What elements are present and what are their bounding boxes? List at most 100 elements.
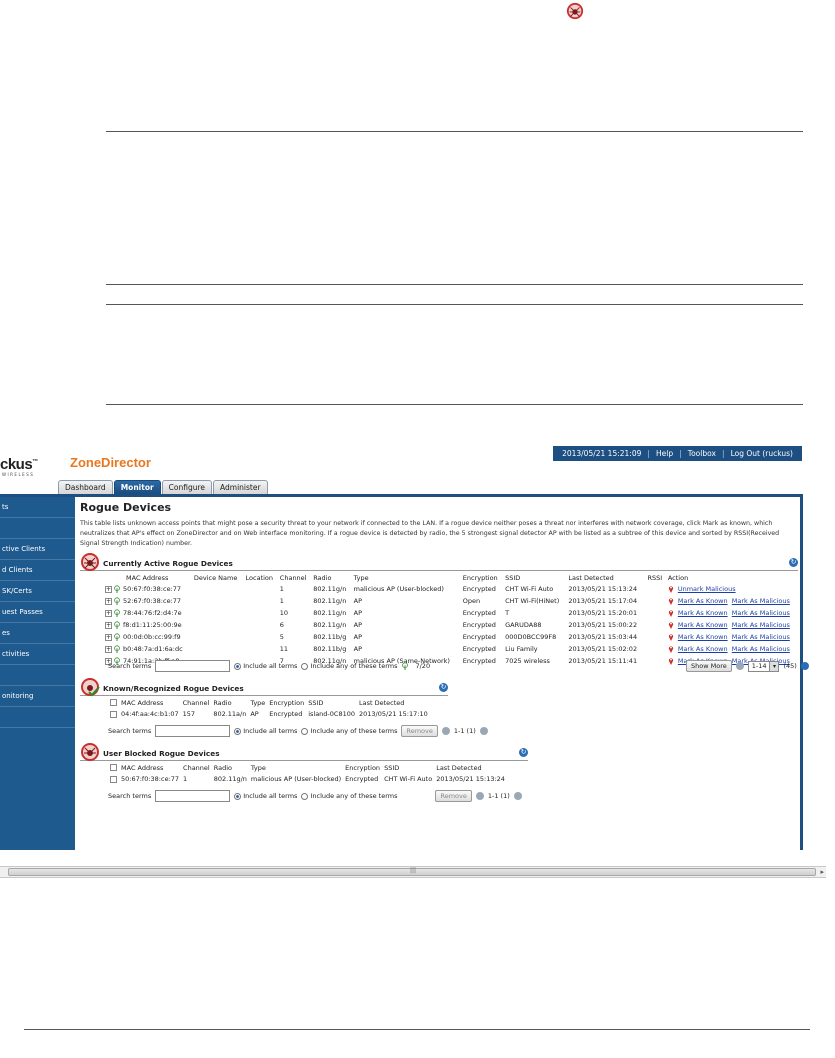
col-radio[interactable]: Radio [311, 572, 351, 583]
refresh-icon[interactable]: ↻ [789, 558, 798, 567]
radio-unselected[interactable] [301, 792, 309, 800]
search-input[interactable] [155, 790, 231, 802]
expand-icon[interactable]: + [105, 645, 112, 653]
col-ssid[interactable]: SSID [306, 697, 357, 708]
row-checkbox[interactable] [110, 710, 117, 718]
horizontal-scrollbar[interactable]: ||| ▸ [0, 866, 826, 878]
option-all-terms[interactable]: Include all terms [234, 792, 297, 800]
cell-type: AP [353, 633, 363, 641]
radio-selected[interactable] [234, 727, 242, 735]
sidebar-item-monitoring[interactable]: onitoring [0, 686, 75, 707]
tab-dashboard[interactable]: Dashboard [58, 480, 113, 495]
col-encryption[interactable]: Encryption [461, 572, 503, 583]
chevron-down-icon[interactable]: ▾ [769, 661, 779, 671]
option-all-terms[interactable]: Include all terms [234, 662, 297, 670]
sidebar-item-active-clients[interactable]: ctive Clients [0, 539, 75, 560]
option-all-terms[interactable]: Include all terms [234, 727, 297, 735]
show-more-button[interactable]: Show More [686, 660, 732, 672]
col-last-detected[interactable]: Last Detected [434, 762, 507, 773]
col-last-detected[interactable]: Last Detected [566, 572, 645, 583]
remove-button[interactable]: Remove [401, 725, 438, 737]
toolbox-link[interactable]: Toolbox [688, 449, 716, 458]
mark-as-known-link[interactable]: Mark As Known [678, 609, 728, 617]
next-page-icon[interactable] [513, 792, 522, 800]
mark-as-malicious-link[interactable]: Mark As Malicious [732, 621, 790, 629]
select-all-checkbox[interactable] [110, 699, 117, 706]
help-link[interactable]: Help [656, 449, 673, 458]
sidebar-item[interactable] [0, 707, 75, 728]
radio-selected[interactable] [234, 792, 242, 800]
col-encryption[interactable]: Encryption [343, 762, 382, 773]
page-range-select[interactable]: 1-14 ▾ [747, 660, 780, 672]
sidebar-item[interactable] [0, 665, 75, 686]
col-mac[interactable]: MAC Address [119, 762, 181, 773]
cell-last-detected: 2013/05/21 15:03:44 [568, 633, 638, 641]
result-count: 7/20 [415, 662, 431, 670]
option-any-terms[interactable]: Include any of these terms [301, 662, 397, 670]
col-last-detected[interactable]: Last Detected [357, 697, 430, 708]
col-radio[interactable]: Radio [211, 697, 248, 708]
active-rogue-table: MAC Address Device Name Location Channel… [103, 572, 803, 667]
mark-as-known-link[interactable]: Mark As Known [678, 597, 728, 605]
mark-as-malicious-link[interactable]: Mark As Malicious [732, 633, 790, 641]
expand-icon[interactable]: + [105, 633, 112, 641]
col-channel[interactable]: Channel [181, 762, 212, 773]
prev-page-icon[interactable] [441, 727, 450, 735]
option-any-terms[interactable]: Include any of these terms [301, 792, 397, 800]
radio-selected[interactable] [234, 662, 242, 670]
sidebar-item[interactable] [0, 518, 75, 539]
mark-as-known-link[interactable]: Mark As Known [678, 633, 728, 641]
search-input[interactable] [155, 725, 231, 737]
sidebar-item-activities[interactable]: ctivities [0, 644, 75, 665]
cell-channel: 6 [279, 621, 284, 629]
row-checkbox[interactable] [110, 775, 117, 783]
sidebar-item-wired-clients[interactable]: d Clients [0, 560, 75, 581]
sidebar-item-events[interactable]: ts [0, 497, 75, 518]
refresh-icon[interactable]: ↻ [519, 748, 528, 757]
option-any-terms[interactable]: Include any of these terms [301, 727, 397, 735]
scroll-right-arrow-icon[interactable]: ▸ [820, 868, 824, 877]
expand-icon[interactable]: + [105, 597, 112, 605]
radio-unselected[interactable] [301, 662, 309, 670]
refresh-icon[interactable]: ↻ [439, 683, 448, 692]
expand-icon[interactable]: + [105, 609, 112, 617]
col-ssid[interactable]: SSID [503, 572, 566, 583]
col-mac[interactable]: MAC Address [119, 697, 181, 708]
next-page-icon[interactable] [800, 662, 809, 670]
prev-page-icon[interactable] [735, 662, 744, 670]
mark-as-malicious-link[interactable]: Mark As Malicious [732, 597, 790, 605]
sidebar: ts ctive Clients d Clients SK/Certs uest… [0, 497, 75, 850]
sidebar-item-guest-passes[interactable]: uest Passes [0, 602, 75, 623]
mark-as-known-link[interactable]: Mark As Known [678, 645, 728, 653]
expand-icon[interactable]: + [105, 585, 112, 593]
next-page-icon[interactable] [479, 727, 488, 735]
expand-icon[interactable]: + [105, 621, 112, 629]
mark-as-known-link[interactable]: Mark As Known [678, 621, 728, 629]
col-encryption[interactable]: Encryption [267, 697, 306, 708]
col-type[interactable]: Type [249, 762, 343, 773]
sidebar-item-psk-certs[interactable]: SK/Certs [0, 581, 75, 602]
col-radio[interactable]: Radio [212, 762, 249, 773]
logout-link[interactable]: Log Out (ruckus) [731, 449, 793, 458]
prev-page-icon[interactable] [475, 792, 484, 800]
select-all-checkbox[interactable] [110, 764, 117, 771]
tab-configure[interactable]: Configure [161, 480, 213, 495]
col-device-name[interactable]: Device Name [192, 572, 244, 583]
col-channel[interactable]: Channel [181, 697, 212, 708]
mark-as-malicious-link[interactable]: Mark As Malicious [732, 609, 790, 617]
col-mac[interactable]: MAC Address [103, 572, 192, 583]
remove-button[interactable]: Remove [435, 790, 472, 802]
tab-monitor[interactable]: Monitor [113, 480, 161, 495]
col-type[interactable]: Type [248, 697, 267, 708]
unmark-malicious-link[interactable]: Unmark Malicious [678, 585, 736, 593]
col-location[interactable]: Location [244, 572, 278, 583]
tab-administer[interactable]: Administer [213, 480, 268, 495]
col-ssid[interactable]: SSID [382, 762, 434, 773]
search-input[interactable] [155, 660, 231, 672]
col-rssi[interactable]: RSSI [646, 572, 666, 583]
mark-as-malicious-link[interactable]: Mark As Malicious [732, 645, 790, 653]
col-type[interactable]: Type [352, 572, 461, 583]
col-channel[interactable]: Channel [278, 572, 311, 583]
sidebar-item-rogue-devices[interactable]: es [0, 623, 75, 644]
radio-unselected[interactable] [301, 727, 309, 735]
